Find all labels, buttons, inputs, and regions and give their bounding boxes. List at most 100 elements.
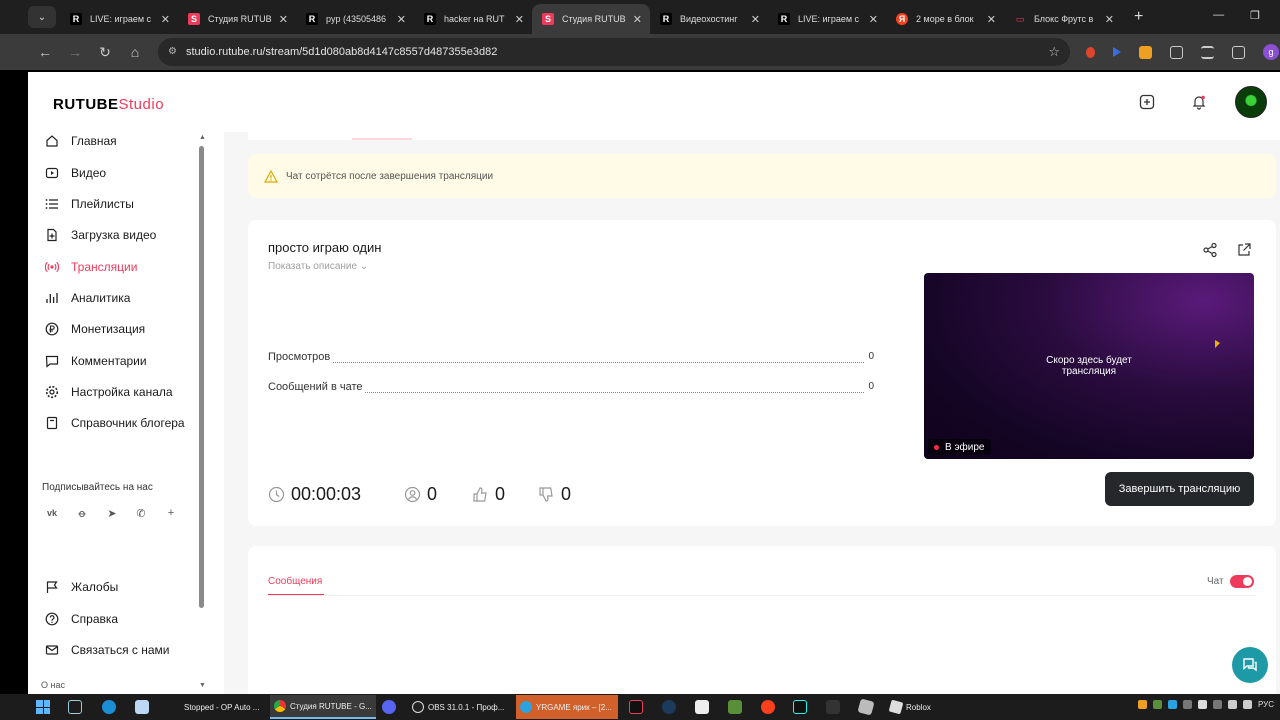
browser-tab[interactable]: R LIVE: играем с ✕ (60, 4, 178, 34)
minimize-icon[interactable]: — (1213, 9, 1224, 22)
scroll-up-arrow[interactable]: ▲ (199, 134, 206, 141)
sidebar-scroll-thumb[interactable] (199, 146, 204, 608)
browser-tab[interactable]: R hacker на RUT ✕ (414, 4, 532, 34)
windows-start-icon[interactable] (36, 700, 50, 714)
sidebar-scrollbar[interactable] (199, 146, 205, 612)
tab-search-button[interactable]: ⌄ (28, 6, 56, 28)
telegram-icon[interactable]: ➤ (105, 506, 119, 520)
share-icon[interactable] (1202, 242, 1218, 258)
sidebar: Главная Видео Плейлисты Загрузка видео Т… (28, 132, 208, 694)
roblox-studio-icon[interactable] (857, 698, 875, 716)
browser-tab[interactable]: ▭ Блокс Фрутс в ✕ (1004, 4, 1122, 34)
tray-icon[interactable] (1152, 700, 1162, 709)
sidebar-item-playlists[interactable]: Плейлисты (44, 193, 134, 215)
browser-tab[interactable]: R pyp (43505486 ✕ (296, 4, 414, 34)
sidebar-item-analytics[interactable]: Аналитика (44, 287, 130, 309)
extensions-puzzle-icon[interactable] (1170, 45, 1183, 59)
rutube-app-icon[interactable] (629, 700, 643, 714)
minecraft-icon[interactable] (728, 700, 742, 714)
site-info-icon[interactable]: ⚙ (168, 46, 180, 58)
close-tab-icon[interactable]: ✕ (987, 13, 996, 26)
vk-icon[interactable]: vk (45, 506, 59, 520)
epic-games-icon[interactable] (826, 700, 840, 714)
back-button[interactable]: ← (30, 44, 60, 60)
tray-icon[interactable] (1197, 700, 1207, 709)
plus-icon[interactable]: + (164, 506, 178, 520)
browser-tab[interactable]: S Студия RUTUB ✕ (178, 4, 296, 34)
profile-avatar-icon[interactable]: g (1263, 44, 1279, 60)
close-tab-icon[interactable]: ✕ (279, 13, 288, 26)
close-tab-icon[interactable]: ✕ (869, 13, 878, 26)
media-controls-icon[interactable] (1201, 45, 1214, 59)
close-tab-icon[interactable]: ✕ (1105, 13, 1114, 26)
stream-preview[interactable]: Скоро здесь будет трансляция В эфире (924, 273, 1254, 459)
discord-icon[interactable] (382, 700, 396, 714)
sidebar-item-video[interactable]: Видео (44, 162, 106, 184)
tiktok-icon[interactable] (793, 700, 807, 714)
task-view-icon[interactable] (68, 700, 82, 714)
close-tab-icon[interactable]: ✕ (751, 13, 760, 26)
notifications-button[interactable] (1184, 87, 1214, 117)
chat-toggle[interactable] (1230, 575, 1254, 588)
tray-icon[interactable] (1212, 700, 1222, 709)
close-tab-icon[interactable]: ✕ (515, 13, 524, 26)
extension-fire-icon[interactable] (1086, 46, 1095, 58)
sidebar-item-contact[interactable]: Связаться с нами (44, 639, 169, 661)
sidepanel-icon[interactable] (1232, 45, 1245, 59)
support-chat-button[interactable] (1232, 647, 1268, 683)
steam-icon[interactable] (662, 700, 676, 714)
channel-avatar[interactable] (1235, 86, 1267, 118)
taskbar-app-roblox[interactable]: Roblox (886, 695, 956, 719)
browser-tabstrip: ⌄ R LIVE: играем с ✕ S Студия RUTUB ✕ R … (0, 0, 1280, 34)
language-indicator[interactable]: РУС (1258, 700, 1274, 709)
external-link-icon[interactable] (1236, 242, 1252, 258)
upload-button[interactable] (1132, 87, 1162, 117)
tab-messages[interactable]: Сообщения (268, 576, 322, 587)
extension-tag-icon[interactable] (1139, 45, 1152, 59)
rutube-studio-logo[interactable]: RUTUBEStudio (53, 96, 164, 113)
sidebar-item-complaints[interactable]: Жалобы (44, 576, 118, 598)
sidebar-item-monetization[interactable]: Монетизация (44, 318, 145, 340)
new-tab-button[interactable]: + (1134, 8, 1143, 26)
end-stream-button[interactable]: Завершить трансляцию (1105, 472, 1254, 506)
sidebar-item-broadcasts[interactable]: Трансляции (44, 256, 137, 278)
edge-icon[interactable] (102, 700, 116, 714)
browser-tab[interactable]: R Видеохостинг ✕ (650, 4, 768, 34)
taskbar-app-chrome[interactable]: Студия RUTUBE - G... (270, 695, 376, 719)
tray-icon[interactable] (1137, 700, 1147, 709)
sidebar-item-blogger-guide[interactable]: Справочник блогера (44, 412, 185, 434)
sidebar-item-home[interactable]: Главная (44, 130, 117, 152)
home-button[interactable]: ⌂ (120, 44, 150, 60)
tray-icon[interactable] (1167, 700, 1177, 709)
extension-play-icon[interactable] (1113, 47, 1121, 57)
restore-icon[interactable]: ❐ (1250, 9, 1260, 22)
about-link[interactable]: О нас (41, 680, 65, 690)
app-icon[interactable] (695, 700, 709, 714)
yandex-browser-icon[interactable] (761, 700, 775, 714)
volume-icon[interactable] (1242, 700, 1252, 709)
viber-icon[interactable]: ✆ (134, 506, 148, 520)
close-tab-icon[interactable]: ✕ (633, 13, 642, 26)
tray-icon[interactable] (1182, 700, 1192, 709)
show-description-toggle[interactable]: Показать описание ⌄ (268, 261, 368, 272)
browser-tab[interactable]: R LIVE: играем с ✕ (768, 4, 886, 34)
scroll-down-arrow[interactable]: ▼ (199, 682, 206, 689)
close-tab-icon[interactable]: ✕ (161, 13, 170, 26)
browser-tab-active[interactable]: S Студия RUTUB ✕ (532, 4, 650, 34)
sidebar-item-channel-settings[interactable]: Настройка канала (44, 381, 173, 403)
sidebar-item-comments[interactable]: Комментарии (44, 350, 147, 372)
taskbar-app-telegram[interactable]: YRGAME ярик – [2... (516, 695, 618, 719)
sidebar-item-upload[interactable]: Загрузка видео (44, 224, 156, 246)
notepad-icon[interactable] (135, 700, 149, 714)
reload-button[interactable]: ↻ (90, 44, 120, 61)
close-tab-icon[interactable]: ✕ (397, 13, 406, 26)
browser-tab[interactable]: Я 2 море в блок ✕ (886, 4, 1004, 34)
taskbar-app-obs[interactable]: OBS 31.0.1 - Проф... (408, 695, 512, 719)
bookmark-star-icon[interactable]: ☆ (1048, 44, 1060, 60)
odnoklassniki-icon[interactable]: ꝋ (75, 506, 89, 520)
address-bar[interactable]: ⚙ studio.rutube.ru/stream/5d1d080ab8d414… (158, 38, 1070, 66)
network-icon[interactable] (1227, 700, 1237, 709)
forward-button[interactable]: → (60, 44, 90, 60)
taskbar-app-autoclicker[interactable]: Stopped - OP Auto ... (180, 695, 266, 719)
sidebar-item-help[interactable]: Справка (44, 608, 118, 630)
